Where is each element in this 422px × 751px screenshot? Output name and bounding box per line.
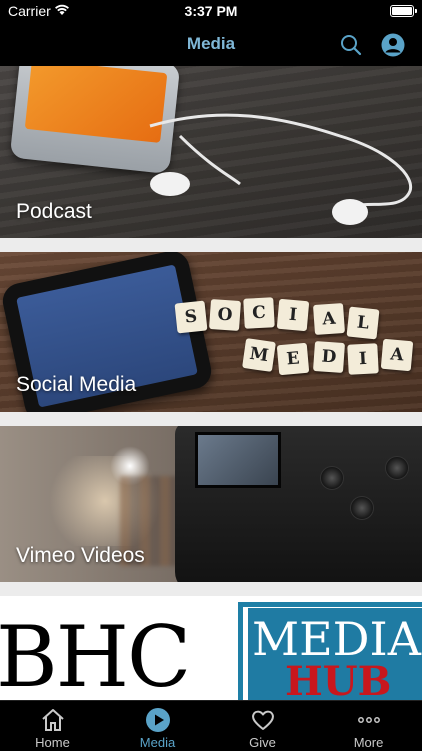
- play-icon: [146, 708, 170, 732]
- earphones-image: [149, 113, 413, 225]
- battery-icon: [390, 5, 414, 17]
- media-card-media-hub[interactable]: BHC MEDIA HUB: [0, 596, 422, 700]
- letter-tile: S: [174, 300, 208, 334]
- divider: [0, 582, 422, 596]
- social-media-label: Social Media: [16, 373, 137, 396]
- camera-knob: [350, 496, 374, 520]
- letter-tile: A: [312, 302, 346, 336]
- status-time: 3:37 PM: [184, 3, 238, 19]
- search-icon[interactable]: [340, 34, 362, 56]
- battery-tip: [415, 9, 417, 13]
- media-card-vimeo-videos[interactable]: Vimeo Videos: [0, 426, 422, 582]
- tab-more[interactable]: More: [316, 701, 421, 751]
- letter-tile: L: [346, 306, 380, 340]
- letter-tile: D: [312, 340, 346, 374]
- bhc-logo-text: BHC: [0, 608, 191, 700]
- tab-more-label: More: [353, 735, 384, 750]
- status-bar: Carrier 3:37 PM: [0, 0, 422, 22]
- letter-tile: A: [380, 338, 414, 372]
- tab-home[interactable]: Home: [0, 701, 105, 751]
- profile-icon[interactable]: [381, 33, 405, 57]
- letter-tile: E: [276, 342, 310, 376]
- letter-tile: O: [208, 298, 242, 332]
- media-card-social-media[interactable]: S O C I A L M E D I A Social Media: [0, 252, 422, 412]
- divider: [0, 412, 422, 426]
- tab-give[interactable]: Give: [210, 701, 315, 751]
- letter-tile: I: [347, 343, 379, 375]
- heart-icon: [252, 710, 274, 730]
- tab-media[interactable]: Media: [105, 701, 210, 751]
- vimeo-videos-label: Vimeo Videos: [16, 544, 145, 567]
- tab-bar: Home Media Give More: [0, 700, 422, 751]
- camera-knob: [385, 456, 409, 480]
- home-icon: [42, 709, 64, 731]
- navigation-bar: Media: [0, 22, 422, 66]
- media-list: Podcast S O C I A L M E D I A Social Med…: [0, 66, 422, 700]
- media-card-podcast[interactable]: Podcast: [0, 66, 422, 238]
- more-icon: [358, 717, 380, 723]
- divider: [0, 238, 422, 252]
- letter-tile: C: [243, 297, 275, 329]
- tab-home-label: Home: [35, 735, 70, 750]
- letter-tile: I: [276, 298, 310, 332]
- tab-media-label: Media: [139, 735, 176, 750]
- podcast-label: Podcast: [16, 200, 92, 223]
- media-hub-subtitle: HUB: [285, 658, 392, 700]
- camera-knob: [320, 466, 344, 490]
- letter-tile: M: [242, 338, 276, 372]
- camera-lcd: [195, 432, 281, 488]
- tab-give-label: Give: [249, 735, 276, 750]
